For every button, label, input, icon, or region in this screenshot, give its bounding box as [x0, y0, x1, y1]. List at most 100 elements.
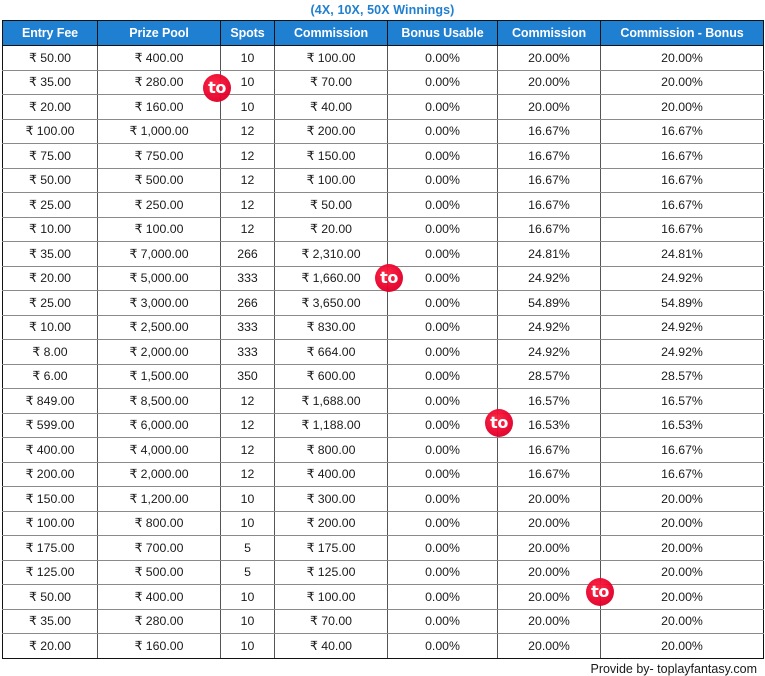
table-cell: ₹ 25.00	[2, 192, 98, 218]
table-cell: 24.81%	[600, 241, 764, 267]
table-cell: ₹ 150.00	[274, 143, 388, 169]
table-cell: 20.00%	[600, 608, 764, 634]
table-cell: ₹ 849.00	[2, 388, 98, 414]
column-header[interactable]: Entry Fee	[2, 20, 98, 46]
table-row: ₹ 35.00 ₹ 280.00 10 ₹ 70.00 0.00% 20.00% 20.00…	[2, 69, 764, 95]
table-cell: 12	[220, 461, 275, 487]
table-cell: ₹ 250.00	[97, 192, 221, 218]
table-cell: 24.92%	[600, 339, 764, 365]
table-cell: 20.00%	[600, 559, 764, 585]
table-cell: ₹ 100.00	[274, 167, 388, 193]
table-row: ₹ 8.00 ₹ 2,000.00 333 ₹ 664.00 0.00% 24.92% 24…	[2, 339, 764, 365]
table-cell: 0.00%	[387, 437, 498, 463]
table-cell: ₹ 800.00	[97, 510, 221, 536]
table-cell: 333	[220, 339, 275, 365]
table-cell: 12	[220, 412, 275, 438]
table-cell: 20.00%	[497, 94, 601, 120]
table-cell: 5	[220, 559, 275, 585]
table-cell: ₹ 50.00	[2, 45, 98, 71]
table-cell: 0.00%	[387, 290, 498, 316]
table-container: Entry Fee Prize Pool Spots Commission Bonus …	[2, 20, 764, 659]
table-cell: 20.00%	[497, 535, 601, 561]
table-row: ₹ 6.00 ₹ 1,500.00 350 ₹ 600.00 0.00% 28.57% 28…	[2, 363, 764, 389]
column-header[interactable]: Prize Pool	[97, 20, 221, 46]
table-cell: 28.57%	[497, 363, 601, 389]
table-cell: 0.00%	[387, 143, 498, 169]
table-cell: 10	[220, 69, 275, 95]
column-header[interactable]: Bonus Usable	[387, 20, 498, 46]
table-cell: 0.00%	[387, 216, 498, 242]
table-cell: ₹ 280.00	[97, 608, 221, 634]
table-cell: 20.00%	[600, 94, 764, 120]
table-cell: ₹ 10.00	[2, 216, 98, 242]
table-cell: 10	[220, 45, 275, 71]
table-cell: ₹ 1,500.00	[97, 363, 221, 389]
table-cell: ₹ 400.00	[274, 461, 388, 487]
table-cell: ₹ 300.00	[274, 486, 388, 512]
table-cell: 333	[220, 265, 275, 291]
table-cell: 12	[220, 167, 275, 193]
table-row: ₹ 599.00 ₹ 6,000.00 12 ₹ 1,188.00 0.00% 16.53…	[2, 412, 764, 438]
table-cell: 266	[220, 241, 275, 267]
table-row: ₹ 35.00 ₹ 7,000.00 266 ₹ 2,310.00 0.00% 24.81…	[2, 241, 764, 267]
table-cell: ₹ 35.00	[2, 241, 98, 267]
table-cell: 0.00%	[387, 314, 498, 340]
table-cell: ₹ 6,000.00	[97, 412, 221, 438]
table-cell: ₹ 1,688.00	[274, 388, 388, 414]
table-cell: 16.67%	[497, 461, 601, 487]
table-cell: ₹ 35.00	[2, 608, 98, 634]
fee-table-page: (4X, 10X, 50X Winnings) Entry Fee Prize P…	[0, 0, 765, 676]
column-header[interactable]: Spots	[220, 20, 275, 46]
table-cell: ₹ 25.00	[2, 290, 98, 316]
table-cell: 0.00%	[387, 510, 498, 536]
table-cell: 0.00%	[387, 461, 498, 487]
table-cell: 16.53%	[600, 412, 764, 438]
table-cell: 16.67%	[600, 192, 764, 218]
table-cell: 10	[220, 510, 275, 536]
table-cell: ₹ 100.00	[274, 584, 388, 610]
table-cell: ₹ 50.00	[2, 584, 98, 610]
table-cell: 16.67%	[497, 118, 601, 144]
table-cell: 20.00%	[497, 608, 601, 634]
table-cell: 0.00%	[387, 167, 498, 193]
table-row: ₹ 400.00 ₹ 4,000.00 12 ₹ 800.00 0.00% 16.67% 1…	[2, 437, 764, 463]
table-row: ₹ 200.00 ₹ 2,000.00 12 ₹ 400.00 0.00% 16.67% 1…	[2, 461, 764, 487]
table-row: ₹ 35.00 ₹ 280.00 10 ₹ 70.00 0.00% 20.00% 20.00…	[2, 608, 764, 634]
table-cell: 0.00%	[387, 363, 498, 389]
table-cell: 16.67%	[497, 167, 601, 193]
table-cell: 0.00%	[387, 633, 498, 659]
table-cell: 5	[220, 535, 275, 561]
table-cell: ₹ 1,000.00	[97, 118, 221, 144]
table-cell: 266	[220, 290, 275, 316]
table-cell: 12	[220, 437, 275, 463]
table-row: ₹ 20.00 ₹ 160.00 10 ₹ 40.00 0.00% 20.00% 20.00…	[2, 94, 764, 120]
table-row: ₹ 20.00 ₹ 160.00 10 ₹ 40.00 0.00% 20.00% 20.00…	[2, 633, 764, 659]
table-cell: 0.00%	[387, 412, 498, 438]
table-row: ₹ 25.00 ₹ 250.00 12 ₹ 50.00 0.00% 16.67% 16.67…	[2, 192, 764, 218]
table-cell: 0.00%	[387, 339, 498, 365]
table-cell: ₹ 200.00	[2, 461, 98, 487]
column-header[interactable]: Commission	[497, 20, 601, 46]
table-row: ₹ 50.00 ₹ 400.00 10 ₹ 100.00 0.00% 20.00% 20.0…	[2, 584, 764, 610]
table-cell: ₹ 20.00	[2, 633, 98, 659]
column-header[interactable]: Commission	[274, 20, 388, 46]
table-cell: 12	[220, 143, 275, 169]
header-row: Entry Fee Prize Pool Spots Commission Bonus …	[2, 20, 764, 46]
table-cell: 0.00%	[387, 584, 498, 610]
table-cell: ₹ 1,200.00	[97, 486, 221, 512]
table-row: ₹ 125.00 ₹ 500.00 5 ₹ 125.00 0.00% 20.00% 20.0…	[2, 559, 764, 585]
footer-attribution: Provide by- toplayfantasy.com	[590, 661, 757, 676]
table-cell: ₹ 400.00	[97, 45, 221, 71]
table-cell: 28.57%	[600, 363, 764, 389]
table-cell: ₹ 100.00	[2, 510, 98, 536]
table-cell: 16.67%	[600, 437, 764, 463]
table-cell: ₹ 600.00	[274, 363, 388, 389]
table-cell: 20.00%	[600, 486, 764, 512]
table-cell: ₹ 160.00	[97, 94, 221, 120]
table-cell: 0.00%	[387, 486, 498, 512]
table-cell: ₹ 7,000.00	[97, 241, 221, 267]
table-cell: ₹ 8,500.00	[97, 388, 221, 414]
table-cell: ₹ 500.00	[97, 167, 221, 193]
table-cell: ₹ 4,000.00	[97, 437, 221, 463]
column-header[interactable]: Commission - Bonus	[600, 20, 764, 46]
